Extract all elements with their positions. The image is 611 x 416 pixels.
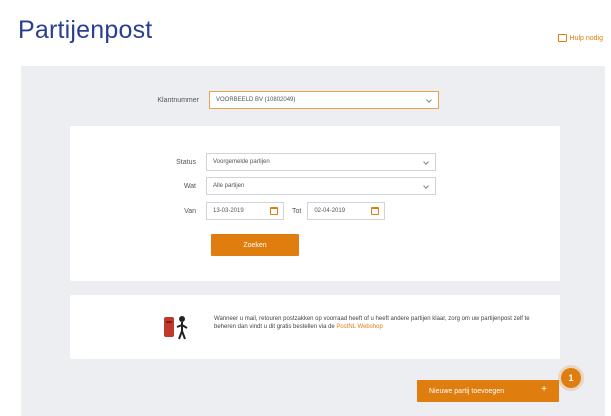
- new-batch-label: Nieuwe partij toevoegen: [429, 387, 505, 395]
- calendar-icon[interactable]: [270, 207, 278, 215]
- klantnummer-value: VOORBEELD BV (10802049): [216, 97, 296, 103]
- wat-label: Wat: [183, 182, 196, 190]
- help-icon: [557, 34, 567, 42]
- page-title: Partijenpost: [18, 16, 153, 44]
- date-row: Van 13-03-2019 Tot 02-04-2019: [130, 202, 386, 220]
- search-card: Status Voorgemelde partijen Wat Alle par…: [70, 126, 560, 281]
- step-badge: 1: [561, 368, 581, 388]
- status-value: Voorgemelde partijen: [213, 159, 270, 165]
- status-row: Status Voorgemelde partijen: [130, 153, 436, 171]
- new-batch-button[interactable]: Nieuwe partij toevoegen +: [417, 380, 559, 402]
- help-link[interactable]: Hulp nodig: [557, 34, 603, 42]
- status-select[interactable]: Voorgemelde partijen: [206, 153, 436, 171]
- status-label: Status: [176, 158, 196, 166]
- calendar-icon[interactable]: [371, 207, 380, 215]
- plus-icon: +: [541, 384, 547, 395]
- chevron-down-icon: [423, 183, 429, 189]
- klantnummer-label: Klantnummer: [157, 96, 199, 104]
- help-label: Hulp nodig: [569, 34, 603, 42]
- tot-date-input[interactable]: 02-04-2019: [307, 202, 386, 220]
- info-card: Wanneer u mail, retouren postzakken op v…: [70, 295, 560, 359]
- mailbox-person-icon: [164, 316, 188, 340]
- tot-label: Tot: [292, 207, 302, 215]
- klantnummer-select[interactable]: VOORBEELD BV (10802049): [209, 91, 439, 109]
- klantnummer-row: Klantnummer VOORBEELD BV (10802049): [113, 91, 439, 109]
- van-date-value: 13-03-2019: [213, 208, 244, 214]
- chevron-down-icon: [423, 159, 429, 165]
- van-date-input[interactable]: 13-03-2019: [206, 202, 284, 220]
- van-label: Van: [184, 207, 196, 215]
- chevron-down-icon: [426, 97, 432, 103]
- wat-value: Alle partijen: [213, 183, 245, 189]
- webshop-link[interactable]: PostNL Webshop: [336, 324, 382, 330]
- search-button[interactable]: Zoeken: [211, 234, 299, 256]
- tot-date-value: 02-04-2019: [314, 208, 346, 214]
- page: Partijenpost Hulp nodig Klantnummer VOOR…: [0, 0, 611, 416]
- info-text: Wanneer u mail, retouren postzakken op v…: [214, 315, 544, 331]
- wat-select[interactable]: Alle partijen: [206, 177, 436, 195]
- wat-row: Wat Alle partijen: [130, 177, 436, 195]
- content-area: Klantnummer VOORBEELD BV (10802049) Stat…: [21, 66, 605, 416]
